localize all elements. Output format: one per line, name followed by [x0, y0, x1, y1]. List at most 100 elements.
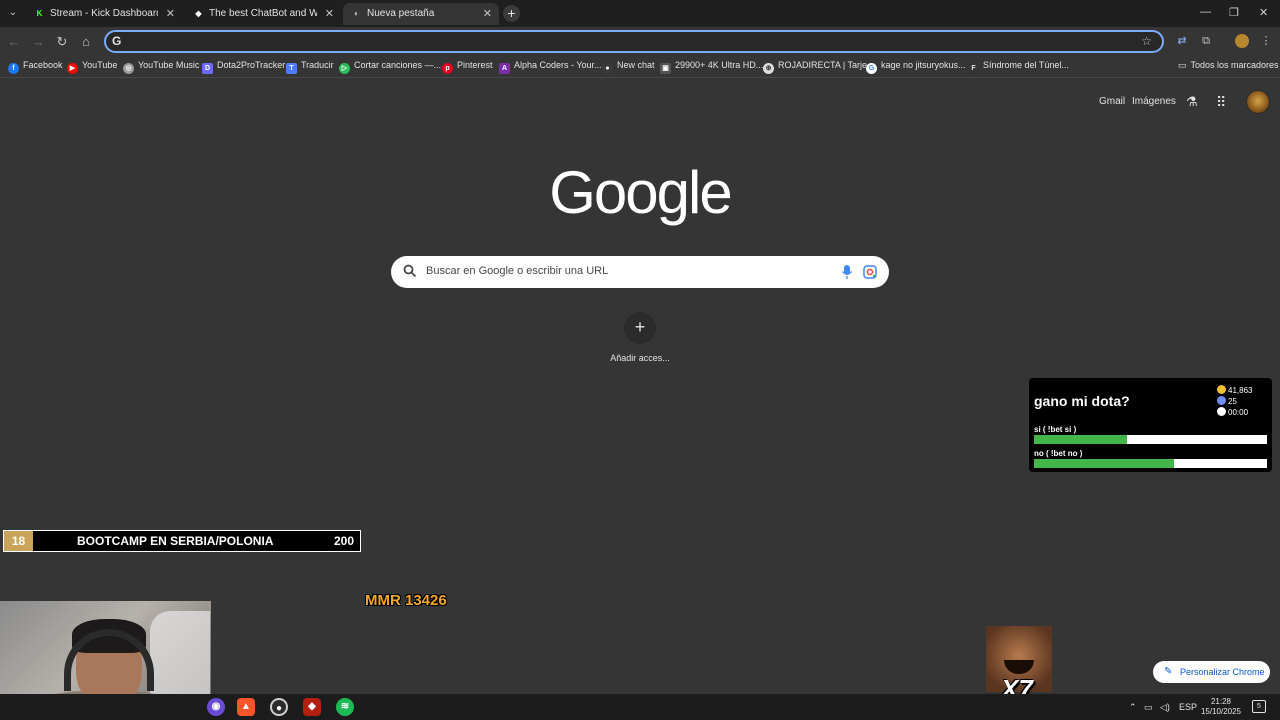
tab-chatbot[interactable]: ◆ The best ChatBot and Widgets ✕ — [185, 3, 341, 25]
goal-label: BOOTCAMP EN SERBIA/POLONIA — [77, 534, 274, 548]
obs-icon[interactable]: ● — [270, 698, 288, 716]
avatar[interactable] — [1246, 90, 1270, 114]
globe-icon: ⊕ — [763, 63, 774, 74]
bookmark-sindrome-tunel[interactable]: F Síndrome del Túnel... — [968, 60, 1069, 74]
close-window-icon[interactable]: ✕ — [1259, 6, 1268, 19]
bookmark-pinterest[interactable]: p Pinterest — [442, 60, 493, 74]
microphone-icon[interactable] — [841, 264, 853, 280]
translate-icon: T — [286, 63, 297, 74]
poll-question: gano mi dota? — [1034, 393, 1130, 409]
bookmark-alpha-coders[interactable]: A Alpha Coders - Your... — [499, 60, 602, 74]
bookmark-label: YouTube — [82, 60, 118, 70]
dota2protracker-icon: D — [202, 63, 213, 74]
chat-icon: ● — [602, 63, 613, 74]
brave-browser-icon[interactable]: ▲ — [237, 698, 255, 716]
kick-icon: K — [36, 9, 43, 18]
new-tab-button[interactable]: + — [503, 5, 520, 22]
restore-icon[interactable]: ❐ — [1229, 6, 1239, 19]
spotify-icon[interactable]: ≋ — [336, 698, 354, 716]
folder-icon: ▭ — [1178, 60, 1187, 70]
network-icon[interactable]: ▭ — [1144, 702, 1153, 713]
discord-icon[interactable]: ◉ — [207, 698, 225, 716]
bookmarks-bar: f Facebook ▶ YouTube ◎ YouTube Music D Dota2… — [0, 56, 1280, 78]
labs-flask-icon[interactable]: ⚗ — [1186, 94, 1198, 110]
bookmark-label: 29900+ 4K Ultra HD... — [675, 60, 764, 70]
search-box[interactable]: Buscar en Google o escribir una URL — [391, 256, 889, 288]
menu-icon[interactable]: ⋮ — [1259, 34, 1273, 48]
cut-song-icon: ▷ — [339, 63, 350, 74]
minimize-icon[interactable]: — — [1200, 6, 1211, 18]
bookmark-label: Dota2ProTracker — [217, 60, 286, 70]
bookmark-youtube-music[interactable]: ◎ YouTube Music — [123, 60, 199, 74]
bookmark-star-icon[interactable]: ☆ — [1141, 34, 1152, 48]
tab-kick-dashboard[interactable]: K Stream - Kick Dashboard ✕ — [26, 3, 182, 25]
chrome-icon: ◐ — [354, 9, 359, 18]
notifications-icon[interactable]: 5 — [1252, 700, 1266, 713]
add-shortcut-button[interactable]: + — [624, 312, 656, 344]
bookmark-4k-wallpapers[interactable]: ▣ 29900+ 4K Ultra HD... — [660, 60, 763, 74]
pencil-icon: ✎ — [1164, 666, 1173, 677]
bookmark-label: Pinterest — [457, 60, 493, 70]
clock-date: 15/10/2025 — [1200, 707, 1242, 716]
language-indicator[interactable]: ESP — [1179, 702, 1197, 712]
address-bar[interactable]: G ☆ — [104, 30, 1164, 53]
gmail-link[interactable]: Gmail — [1099, 96, 1125, 107]
bookmark-cortar-canciones[interactable]: ▷ Cortar canciones —... — [339, 60, 441, 74]
extensions-icon[interactable]: ⧉ — [1199, 34, 1213, 48]
clock[interactable]: 21:28 15/10/2025 — [1198, 697, 1244, 717]
tab-strip: ⌄ K Stream - Kick Dashboard ✕ ◆ The best… — [0, 0, 1280, 27]
poll-fill-si — [1034, 435, 1128, 444]
customize-chrome-button[interactable]: ✎ Personalizar Chrome — [1153, 661, 1270, 683]
apps-grid-icon[interactable]: ⠿ — [1216, 94, 1226, 111]
bookmark-label: kage no jitsuryokus... — [881, 60, 966, 70]
tab-title: Stream - Kick Dashboard — [50, 8, 158, 19]
tray-chevron-icon[interactable]: ⌃ — [1129, 702, 1137, 713]
search-icon — [403, 264, 417, 278]
all-bookmarks[interactable]: ▭ Todos los marcadores — [1178, 60, 1279, 74]
bookmark-traducir[interactable]: T Traducir — [286, 60, 334, 74]
prediction-poll-overlay: gano mi dota? 41,863 25 00:00 si ( !bet … — [1029, 378, 1272, 472]
google-site-icon: G — [112, 34, 122, 48]
clock-time: 21:28 — [1210, 697, 1232, 706]
bookmark-label: ROJADIRECTA | Tarje... — [778, 60, 875, 70]
bookmark-new-chat[interactable]: ● New chat — [602, 60, 655, 74]
bookmark-label: New chat — [617, 60, 655, 70]
back-icon[interactable]: ← — [6, 34, 22, 50]
poll-coins: 41,863 — [1217, 385, 1252, 395]
users-value: 25 — [1228, 397, 1237, 406]
alpha-coders-icon: A — [499, 63, 510, 74]
tab-new-tab[interactable]: ◐ Nueva pestaña ✕ — [343, 3, 499, 25]
bookmark-label: Síndrome del Túnel... — [983, 60, 1069, 70]
translate-icon[interactable]: ⇄ — [1175, 34, 1189, 48]
all-bookmarks-label: Todos los marcadores — [1190, 60, 1279, 70]
profile-icon[interactable] — [1235, 34, 1249, 48]
bookmark-kage-no-jitsuryoku[interactable]: Gkage no jitsuryokus... — [866, 60, 966, 74]
forward-icon[interactable]: → — [30, 34, 46, 50]
home-icon[interactable]: ⌂ — [78, 34, 94, 50]
tab-title: The best ChatBot and Widgets — [209, 8, 317, 19]
f-site-icon: F — [968, 63, 979, 74]
tab-search-button[interactable]: ⌄ — [4, 5, 22, 21]
emote-mouth — [1004, 660, 1034, 674]
google-lens-icon[interactable] — [863, 265, 877, 279]
pinterest-icon: p — [442, 63, 453, 74]
dota2-icon[interactable]: ◆ — [303, 698, 321, 716]
coin-icon — [1217, 385, 1226, 394]
close-tab-icon[interactable]: ✕ — [166, 7, 175, 20]
images-link[interactable]: Imágenes — [1132, 96, 1176, 107]
bookmark-dota2protracker[interactable]: D Dota2ProTracker — [202, 60, 285, 74]
close-tab-icon[interactable]: ✕ — [325, 7, 334, 20]
reload-icon[interactable]: ↻ — [54, 34, 70, 50]
bookmark-rojadirecta[interactable]: ⊕ ROJADIRECTA | Tarje... — [763, 60, 875, 74]
search-placeholder: Buscar en Google o escribir una URL — [426, 265, 609, 277]
goal-number: 18 — [4, 531, 33, 551]
close-tab-icon[interactable]: ✕ — [483, 7, 492, 20]
google-icon: G — [866, 63, 877, 74]
wallpaper-icon: ▣ — [660, 63, 671, 74]
bookmark-facebook[interactable]: f Facebook — [8, 60, 63, 74]
volume-icon[interactable]: ◁) — [1160, 702, 1170, 713]
poll-bar-si — [1034, 435, 1267, 444]
bookmark-youtube[interactable]: ▶ YouTube — [67, 60, 117, 74]
mmr-overlay: MMR 13426 — [365, 592, 447, 609]
bookmark-label: Alpha Coders - Your... — [514, 60, 602, 70]
